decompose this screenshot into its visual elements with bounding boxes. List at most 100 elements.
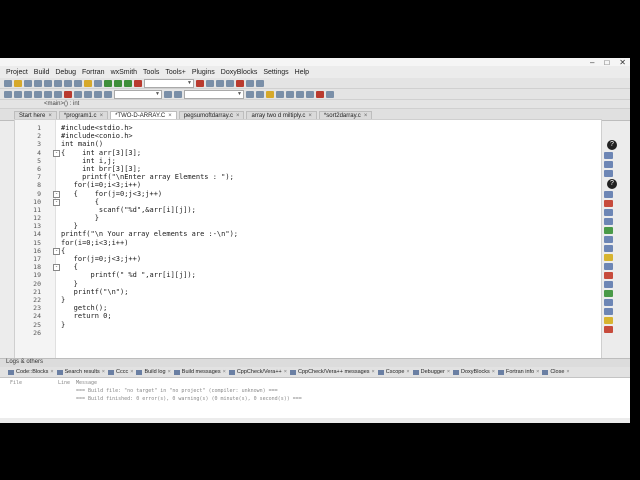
tool-m-icon[interactable] (286, 90, 294, 98)
log-tab[interactable]: Code::Blocks × (8, 369, 54, 375)
side-tool-9-icon[interactable] (604, 236, 613, 243)
menu-item[interactable]: Help (295, 69, 309, 76)
log-tab[interactable]: Debugger × (412, 369, 450, 375)
close-icon[interactable]: ✕ (619, 58, 626, 67)
menu-item[interactable]: Tools (143, 69, 159, 76)
log-tab-close-icon[interactable]: × (492, 369, 495, 375)
side-tool-6-icon[interactable] (604, 209, 613, 216)
bookmark-icon[interactable] (174, 90, 182, 98)
scope-select[interactable]: ▼ (114, 89, 162, 99)
minimize-icon[interactable]: – (590, 58, 594, 67)
side-tool-19-icon[interactable] (604, 326, 613, 333)
step-into-icon[interactable] (216, 79, 224, 87)
function-select[interactable]: ▼ (184, 89, 244, 99)
help-icon-2[interactable]: ? (607, 179, 617, 189)
new-file-icon[interactable] (4, 79, 12, 87)
fold-toggle-icon[interactable]: - (53, 264, 60, 272)
fold-toggle-icon[interactable]: - (53, 190, 60, 198)
tool-e-icon[interactable] (44, 90, 52, 98)
side-tool-13-icon[interactable] (604, 272, 613, 279)
save-all-icon[interactable] (34, 79, 42, 87)
fold-toggle-icon[interactable]: - (53, 149, 60, 157)
debug-windows-icon[interactable] (246, 79, 254, 87)
log-tab-close-icon[interactable]: × (223, 369, 226, 375)
log-tab-close-icon[interactable]: × (102, 369, 105, 375)
step-icon[interactable] (206, 79, 214, 87)
tool-d-icon[interactable] (34, 90, 42, 98)
side-tool-14-icon[interactable] (604, 281, 613, 288)
build-run-icon[interactable] (124, 79, 132, 87)
side-tool-15-icon[interactable] (604, 290, 613, 297)
log-tab[interactable]: Close × (542, 369, 570, 375)
side-tool-18-icon[interactable] (604, 317, 613, 324)
log-tab-close-icon[interactable]: × (284, 369, 287, 375)
log-tab[interactable]: CppCheck/Vera++ messages × (290, 369, 375, 375)
menu-item[interactable]: Plugins (192, 69, 215, 76)
tool-l-icon[interactable] (276, 90, 284, 98)
code-editor[interactable]: 1 #include<stdio.h> 2 #include<conio.h> 3 int… (14, 119, 602, 397)
tool-c-icon[interactable] (24, 90, 32, 98)
fold-toggle-icon[interactable]: - (53, 198, 60, 206)
side-tool-5-icon[interactable] (604, 200, 613, 207)
tool-h-icon[interactable] (74, 90, 82, 98)
step-out-icon[interactable] (226, 79, 234, 87)
log-tab[interactable]: Cccc × (108, 369, 133, 375)
log-tab-close-icon[interactable]: × (372, 369, 375, 375)
tool-q-icon[interactable] (326, 90, 334, 98)
side-tool-8-icon[interactable] (604, 227, 613, 234)
maximize-icon[interactable]: □ (604, 58, 609, 67)
log-tab[interactable]: Build log × (136, 369, 171, 375)
abort-icon[interactable] (134, 79, 142, 87)
build-icon[interactable] (104, 79, 112, 87)
tool-n-icon[interactable] (296, 90, 304, 98)
undo-icon[interactable] (44, 79, 52, 87)
side-tool-3-icon[interactable] (604, 170, 613, 177)
log-tab[interactable]: DoxyBlocks × (453, 369, 495, 375)
copy-icon[interactable] (74, 79, 82, 87)
paste-icon[interactable] (84, 79, 92, 87)
log-tab-close-icon[interactable]: × (566, 369, 569, 375)
log-tab-close-icon[interactable]: × (406, 369, 409, 375)
highlight-icon[interactable] (266, 90, 274, 98)
cut-icon[interactable] (64, 79, 72, 87)
side-tool-12-icon[interactable] (604, 263, 613, 270)
tool-a-icon[interactable] (4, 90, 12, 98)
menu-item[interactable]: Settings (263, 69, 288, 76)
run-icon[interactable] (114, 79, 122, 87)
side-tool-11-icon[interactable] (604, 254, 613, 261)
menu-item[interactable]: wxSmith (111, 69, 137, 76)
side-tool-4-icon[interactable] (604, 191, 613, 198)
debug-icon[interactable] (196, 79, 204, 87)
log-tab[interactable]: Cscope × (377, 369, 410, 375)
nav-forward-icon[interactable] (256, 90, 264, 98)
log-tab[interactable]: Build messages × (173, 369, 226, 375)
tool-p-icon[interactable] (316, 90, 324, 98)
side-tool-17-icon[interactable] (604, 308, 613, 315)
debug-info-icon[interactable] (256, 79, 264, 87)
stop-debug-icon[interactable] (236, 79, 244, 87)
help-icon[interactable]: ? (607, 140, 617, 150)
tool-f-icon[interactable] (54, 90, 62, 98)
save-icon[interactable] (24, 79, 32, 87)
log-tab-close-icon[interactable]: × (447, 369, 450, 375)
log-tab-close-icon[interactable]: × (168, 369, 171, 375)
menu-item[interactable]: DoxyBlocks (221, 69, 258, 76)
log-tab-close-icon[interactable]: × (536, 369, 539, 375)
tool-g-icon[interactable] (64, 90, 72, 98)
side-tool-2-icon[interactable] (604, 161, 613, 168)
tool-b-icon[interactable] (14, 90, 22, 98)
side-tool-16-icon[interactable] (604, 299, 613, 306)
redo-icon[interactable] (54, 79, 62, 87)
find-icon[interactable] (94, 79, 102, 87)
menu-item[interactable]: Build (34, 69, 50, 76)
menu-item[interactable]: Debug (55, 69, 76, 76)
menu-item[interactable]: Tools+ (165, 69, 185, 76)
open-file-icon[interactable] (14, 79, 22, 87)
fold-toggle-icon[interactable]: - (53, 247, 60, 255)
tool-i-icon[interactable] (84, 90, 92, 98)
jump-icon[interactable] (164, 90, 172, 98)
build-target-select[interactable]: ▼ (144, 78, 194, 88)
tool-o-icon[interactable] (306, 90, 314, 98)
log-tab[interactable]: CppCheck/Vera++ × (228, 369, 287, 375)
side-tool-1-icon[interactable] (604, 152, 613, 159)
